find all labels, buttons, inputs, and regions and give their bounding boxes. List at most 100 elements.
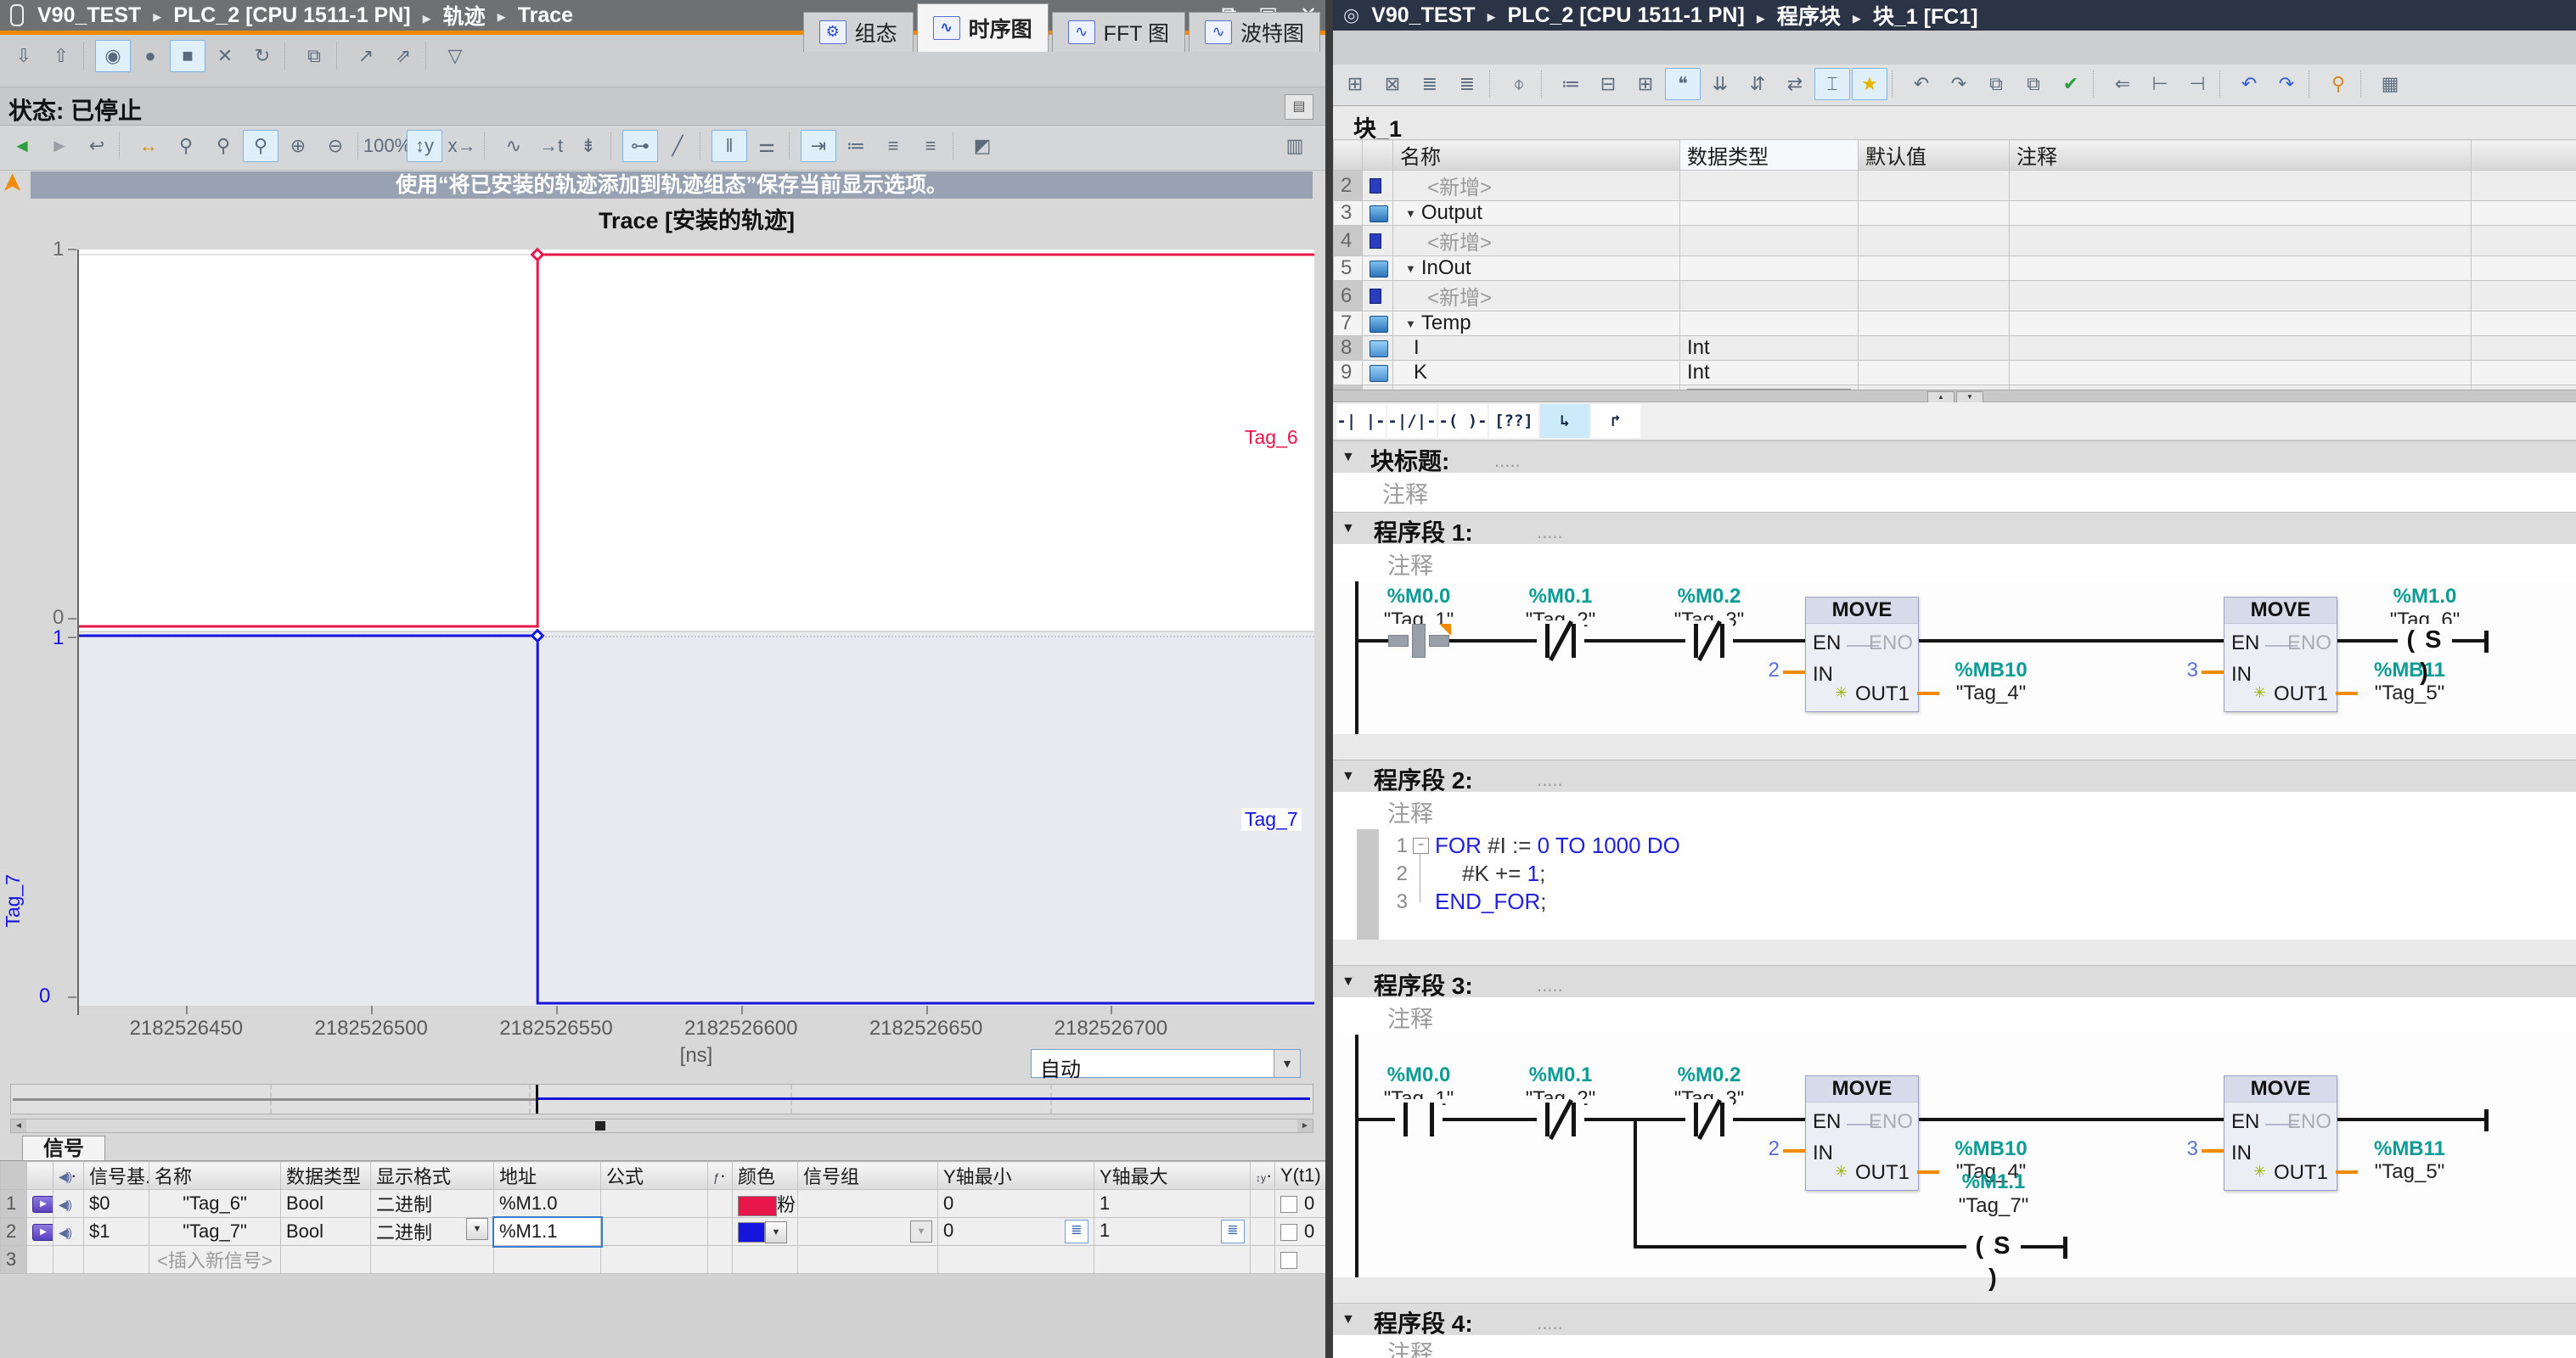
show-symbol-information-icon[interactable]: ⇊ [1702, 68, 1738, 100]
zoom-out-icon[interactable]: ⊖ [318, 130, 353, 162]
collapse-up-icon[interactable]: ▲ [1927, 391, 1954, 403]
collapse-down-icon[interactable]: ▼ [1956, 391, 1983, 403]
chevron-down-icon[interactable]: ▼ [1274, 1050, 1300, 1077]
toolbar-button[interactable] [2093, 70, 2101, 98]
toolbar-button[interactable] [336, 42, 344, 70]
audible-column-icon[interactable]: ◀))· [53, 1162, 84, 1190]
network-4-header[interactable]: ▼ 程序段 4: ..... [1333, 1303, 2576, 1336]
activate-recording-icon[interactable]: ● [132, 40, 168, 72]
toolbar-button[interactable] [789, 132, 796, 160]
delete-network-icon[interactable]: ⊠ [1375, 68, 1410, 100]
network-1-header[interactable]: ▼ 程序段 1: ..... [1333, 512, 2576, 545]
contact-selected-tag1[interactable] [1388, 624, 1449, 658]
online-access-icon[interactable]: ▥ [1278, 130, 1312, 162]
yt1-checkbox[interactable] [1280, 1252, 1297, 1269]
collapse-statement-icon[interactable]: ⊣ [2179, 68, 2215, 100]
toolbar-button[interactable] [700, 132, 707, 160]
breadcrumb-item[interactable]: PLC_2 [CPU 1511-1 PN] [1475, 3, 1744, 28]
tab-timing-diagram[interactable]: ∿时序图 [917, 3, 1049, 52]
x-scale-100-icon[interactable]: x→ [444, 130, 480, 162]
breadcrumb-item[interactable]: V90_TEST [37, 3, 141, 28]
toolbar-button[interactable] [1892, 70, 1899, 98]
zoom-area-icon[interactable]: ⚲ [243, 130, 278, 162]
group-dropdown-icon[interactable]: ▼ [910, 1221, 932, 1243]
zoom-in-icon[interactable]: ⊕ [280, 130, 316, 162]
import-measurements-icon[interactable]: ⇗ [385, 40, 421, 72]
toggle-network-comments-icon[interactable]: ❝ [1665, 68, 1701, 100]
breadcrumb-item[interactable]: V90_TEST [1371, 3, 1475, 28]
formula-column-icon[interactable]: ƒ· [708, 1162, 733, 1190]
block-comment[interactable]: 注释 [1333, 473, 2576, 513]
y-scale-column-icon[interactable]: ↕y· [1251, 1162, 1275, 1190]
dynamic-zoom-icon[interactable]: ⚲ [205, 130, 241, 162]
fold-icon[interactable]: − [1413, 838, 1429, 854]
toolbar-button[interactable] [1541, 70, 1549, 98]
go-to-definition-icon[interactable]: ⇐ [2105, 68, 2140, 100]
interpolation-icon[interactable]: ╱ [660, 130, 695, 162]
network-3-comment[interactable]: 注释 [1333, 997, 2576, 1035]
toolbar-button[interactable] [953, 132, 960, 160]
no-contact-tag1[interactable] [1395, 1099, 1443, 1140]
overview-cursor[interactable] [536, 1085, 538, 1114]
tab-fft-diagram[interactable]: ∿FFT 图 [1052, 12, 1185, 52]
ymax-list-icon[interactable]: ≣ [1221, 1220, 1245, 1243]
monitor-on-off-icon[interactable]: ◉ [95, 40, 131, 72]
scl-line-2[interactable]: #K += 1; [1462, 861, 1545, 887]
toolbar-button[interactable] [83, 42, 91, 70]
trace-overview-strip[interactable] [10, 1084, 1313, 1114]
delete-measurement-icon[interactable]: ✕ [207, 40, 243, 72]
pane-divider[interactable] [1325, 0, 1333, 1358]
toolbar-button[interactable] [284, 42, 292, 70]
add-trace-to-configuration-icon[interactable]: ⧉ [296, 40, 332, 72]
toolbar-button[interactable] [2219, 70, 2227, 98]
collapse-icon[interactable]: ▼ [1341, 769, 1355, 784]
network-3-header[interactable]: ▼ 程序段 3: ..... [1333, 965, 2576, 998]
ymin-list-icon[interactable]: ≣ [1065, 1220, 1088, 1243]
scl-line-1[interactable]: FOR #I := 0 TO 1000 DO [1435, 833, 1680, 859]
move-box-2[interactable]: MOVE EN ENO IN ✳ OUT1 [2224, 1075, 2337, 1191]
tab-bode-diagram[interactable]: ∿波特图 [1189, 12, 1320, 52]
go-to-next-point-icon[interactable]: ↷ [1941, 68, 1977, 100]
scrollbar-handle[interactable] [595, 1121, 605, 1131]
jump-to-trigger-icon[interactable]: ➤ [0, 172, 27, 194]
collapse-icon[interactable]: ▼ [1405, 317, 1416, 330]
favorite-no-contact[interactable]: -| |- [1336, 404, 1386, 438]
color-swatch[interactable] [738, 1196, 777, 1216]
export-measurements-icon[interactable]: ↗ [348, 40, 384, 72]
stack-curves-icon[interactable]: ⇟ [571, 130, 606, 162]
network-4-comment[interactable]: 注释 [1333, 1335, 2576, 1358]
nc-contact-tag3[interactable] [1685, 1099, 1733, 1140]
collapse-icon[interactable]: ▼ [1405, 262, 1416, 275]
network-1-comment[interactable]: 注释 [1333, 544, 2576, 582]
set-coil-tag7[interactable]: ( S ) [1966, 1230, 2021, 1264]
interface-splitter[interactable]: ▲ ▼ [1333, 390, 2576, 402]
insert-row-icon[interactable]: ≣ [1412, 68, 1448, 100]
previous-measurement-icon[interactable]: ◄ [4, 130, 40, 162]
deactivate-recording-icon[interactable]: ■ [170, 40, 205, 72]
align-time-icon[interactable]: →t [533, 130, 569, 162]
favorite-nc-contact[interactable]: -|/|- [1387, 404, 1437, 438]
zoom-100-icon[interactable]: 100% [369, 130, 405, 162]
show-samples-icon[interactable]: ⊶ [622, 130, 658, 162]
delete-row-icon[interactable]: ≣ [1449, 68, 1485, 100]
toggle-operand-display-icon[interactable]: ⇄ [1777, 68, 1813, 100]
move-box-1[interactable]: MOVE EN ENO IN ✳ OUT1 [1805, 1075, 1919, 1191]
find-replace-icon[interactable]: ⚲ [2320, 68, 2356, 100]
format-dropdown-icon[interactable]: ▼ [466, 1218, 488, 1240]
time-scale-select[interactable]: 自动 ▼ [1031, 1049, 1301, 1078]
browse-back-icon[interactable]: ↶ [2231, 68, 2267, 100]
vertical-measure-cursors-icon[interactable]: ‖ [711, 130, 747, 162]
y-scale-100-icon[interactable]: ↕y [407, 130, 442, 162]
zoom-selection-icon[interactable]: ⚲ [168, 130, 204, 162]
upload-block-icon[interactable]: ⧉ [2016, 68, 2051, 100]
chart-horizontal-scrollbar[interactable]: ◄ ► [10, 1119, 1313, 1133]
go-to-previous-point-icon[interactable]: ↶ [1904, 68, 1939, 100]
scl-line-3[interactable]: END_FOR; [1435, 889, 1546, 915]
next-measurement-icon[interactable]: ► [42, 130, 77, 162]
collapse-icon[interactable]: ▼ [1341, 974, 1355, 990]
breadcrumb-item[interactable]: 轨迹 [411, 0, 486, 31]
transfer-trace-to-device-icon[interactable]: ⇩ [6, 40, 42, 72]
nc-contact-tag3[interactable] [1685, 620, 1733, 661]
breadcrumb-item[interactable]: 程序块 [1745, 0, 1841, 31]
collapse-all-networks-icon[interactable]: ⊟ [1590, 68, 1626, 100]
